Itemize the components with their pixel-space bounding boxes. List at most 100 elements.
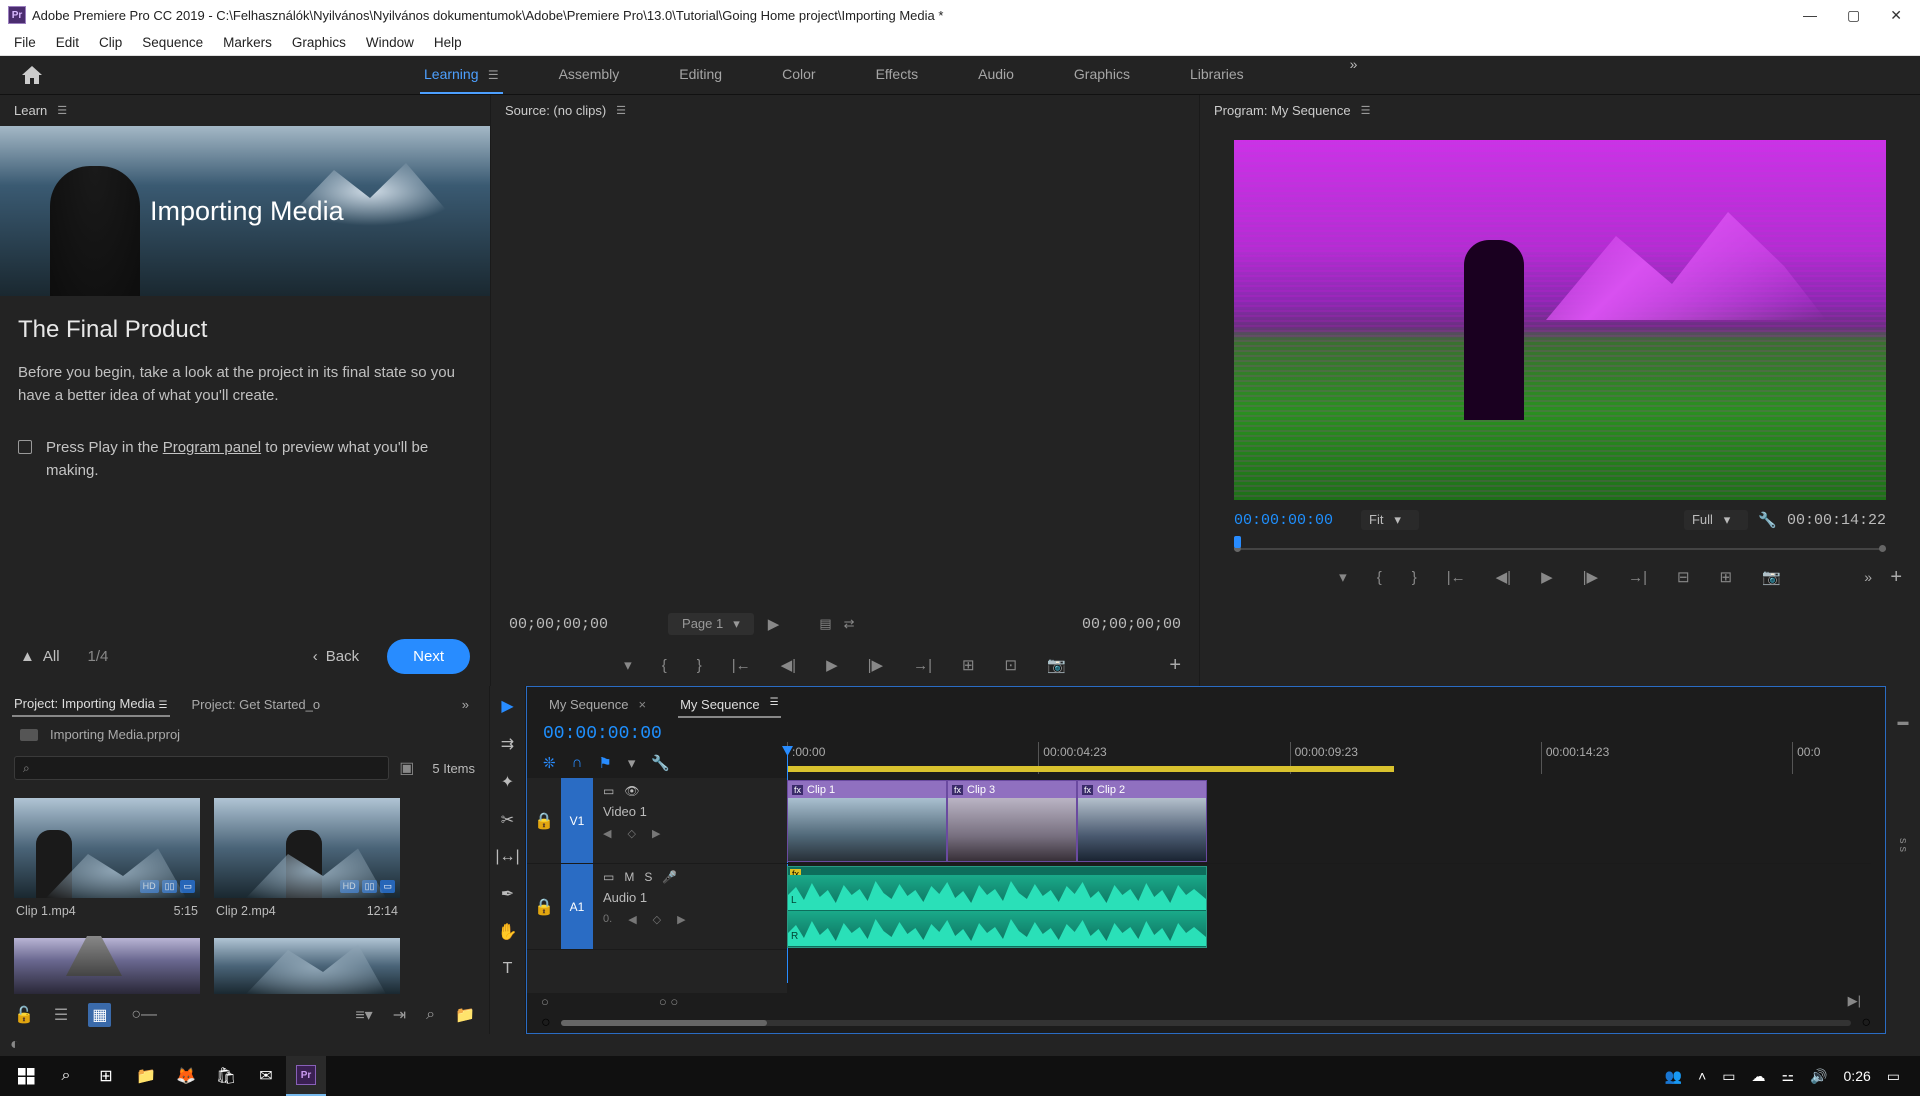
go-in-icon[interactable]: |← <box>732 657 751 674</box>
in-bracket-icon[interactable]: { <box>662 657 667 674</box>
play-icon[interactable]: ▶ <box>1541 568 1553 586</box>
task-view-icon[interactable]: ⊞ <box>86 1056 126 1096</box>
out-bracket-icon[interactable]: } <box>1412 569 1417 586</box>
start-button[interactable] <box>6 1056 46 1096</box>
timeline-clips-area[interactable]: fxClip 1 fxClip 3 fxClip 2 L R <box>787 778 1871 993</box>
project-tab-1[interactable]: Project: Importing Media ☰ <box>12 692 170 717</box>
settings-icon[interactable]: 🔧 <box>1758 511 1777 529</box>
menu-markers[interactable]: Markers <box>215 33 280 52</box>
workspace-color[interactable]: Color <box>778 56 819 94</box>
workspace-graphics[interactable]: Graphics <box>1070 56 1134 94</box>
source-tc-in[interactable]: 00;00;00;00 <box>509 616 608 633</box>
tray-chevron-icon[interactable]: ˄ <box>1698 1068 1706 1084</box>
video-track-header[interactable]: 🔒 V1 ▭👁 Video 1 ◀◇▶ <box>527 778 787 864</box>
go-out-icon[interactable]: →| <box>913 657 932 674</box>
page-selector[interactable]: Page 1▾ <box>668 613 754 635</box>
menu-graphics[interactable]: Graphics <box>284 33 354 52</box>
mute-m[interactable]: M <box>624 870 634 884</box>
menu-help[interactable]: Help <box>426 33 470 52</box>
step-checkbox[interactable] <box>18 440 32 454</box>
panel-menu-icon[interactable]: ☰ <box>57 104 67 117</box>
find-icon[interactable]: ⌕ <box>426 1006 435 1024</box>
menu-file[interactable]: File <box>6 33 44 52</box>
audio-track-header[interactable]: 🔒 A1 ▭MS🎤 Audio 1 0.◀◇▶ <box>527 864 787 950</box>
workspace-learning[interactable]: Learning ☰ <box>420 56 503 94</box>
pen-tool-icon[interactable]: ✒ <box>501 884 514 904</box>
step-fwd-icon[interactable]: |▶ <box>1583 568 1598 586</box>
workspace-libraries[interactable]: Libraries <box>1186 56 1248 94</box>
workspace-overflow[interactable]: » <box>1350 56 1358 94</box>
overflow-icon[interactable]: » <box>1864 569 1872 585</box>
export-frame-icon[interactable]: 📷 <box>1047 656 1066 674</box>
eye-icon[interactable]: 👁 <box>624 784 639 798</box>
automate-icon[interactable]: ⇥ <box>393 1005 406 1025</box>
clip-thumbnail[interactable] <box>14 938 200 994</box>
store-icon[interactable]: 🛍 <box>206 1056 246 1096</box>
freeform-view-icon[interactable]: ○— <box>131 1006 157 1024</box>
voice-icon[interactable]: 🎤 <box>662 870 677 884</box>
people-icon[interactable]: 👥 <box>1665 1068 1682 1085</box>
a1-source-patch[interactable]: A1 <box>561 864 593 949</box>
workspace-effects[interactable]: Effects <box>872 56 923 94</box>
project-search-input[interactable]: ⌕ <box>14 756 389 780</box>
menu-window[interactable]: Window <box>358 33 422 52</box>
play-icon[interactable]: ▶ <box>768 615 780 633</box>
go-out-icon[interactable]: →| <box>1628 569 1647 586</box>
v1-source-patch[interactable]: V1 <box>561 778 593 863</box>
mail-icon[interactable]: ✉ <box>246 1056 286 1096</box>
workspace-assembly[interactable]: Assembly <box>555 56 624 94</box>
premiere-taskbar-icon[interactable]: Pr <box>286 1056 326 1096</box>
toggle-output-icon[interactable]: ▭ <box>603 784 614 798</box>
notifications-icon[interactable]: ▭ <box>1887 1068 1900 1085</box>
sequence-tab-1[interactable]: My Sequence× <box>547 693 648 718</box>
menu-clip[interactable]: Clip <box>91 33 130 52</box>
tab-overflow-icon[interactable]: » <box>462 697 469 712</box>
hand-tool-icon[interactable]: ✋ <box>498 922 518 942</box>
panel-menu-icon[interactable]: ☰ <box>1361 104 1371 117</box>
sequence-tab-2[interactable]: My Sequence☰ <box>678 693 780 718</box>
play-icon[interactable]: ▶ <box>826 656 838 674</box>
icon-view-icon[interactable]: ▦ <box>88 1003 111 1027</box>
firefox-icon[interactable]: 🦊 <box>166 1056 206 1096</box>
ripple-tool-icon[interactable]: ✦ <box>501 772 514 792</box>
timeline-clip[interactable]: fxClip 1 <box>787 780 947 862</box>
clip-thumbnail[interactable] <box>214 938 400 994</box>
button-editor-icon[interactable]: + <box>1890 566 1902 589</box>
program-panel-link[interactable]: Program panel <box>163 439 261 456</box>
resolution-selector[interactable]: Full ▾ <box>1684 510 1748 530</box>
lock-icon[interactable]: 🔓 <box>14 1005 34 1025</box>
close-button[interactable]: ✕ <box>1890 7 1902 24</box>
overwrite-icon[interactable]: ⊡ <box>1005 656 1018 674</box>
lock-icon[interactable]: 🔒 <box>527 778 561 863</box>
workspace-audio[interactable]: Audio <box>974 56 1018 94</box>
search-icon[interactable]: ⌕ <box>46 1056 86 1096</box>
file-explorer-icon[interactable]: 📁 <box>126 1056 166 1096</box>
tutorial-all-button[interactable]: ▲All <box>20 648 60 665</box>
linked-selection-icon[interactable]: ∩ <box>572 754 583 772</box>
type-tool-icon[interactable]: T <box>503 960 513 978</box>
slip-tool-icon[interactable]: |↔| <box>495 848 519 866</box>
settings-icon[interactable]: 🔧 <box>651 754 670 772</box>
clip-thumbnail[interactable]: HD▯▯▭ Clip 1.mp45:15 <box>14 798 200 924</box>
tutorial-back-button[interactable]: ‹Back <box>313 648 359 665</box>
onedrive-icon[interactable]: ☁ <box>1752 1068 1766 1085</box>
marker-icon[interactable]: ▾ <box>624 656 632 674</box>
list-icon[interactable]: ▤ <box>819 616 831 632</box>
timeline-ruler[interactable]: :00:00 00:00:04:23 00:00:09:23 00:00:14:… <box>787 742 1871 774</box>
clock[interactable]: 0:26 <box>1844 1068 1871 1084</box>
lock-icon[interactable]: 🔒 <box>527 864 561 949</box>
source-viewport[interactable] <box>491 126 1199 604</box>
project-tab-2[interactable]: Project: Get Started_o <box>190 693 323 716</box>
menu-edit[interactable]: Edit <box>48 33 87 52</box>
marker-icon[interactable]: ▾ <box>628 754 636 772</box>
timeline-clip[interactable]: fxClip 2 <box>1077 780 1207 862</box>
list-view-icon[interactable]: ☰ <box>54 1005 68 1025</box>
insert-icon[interactable]: ⊞ <box>962 656 975 674</box>
razor-tool-icon[interactable]: ✂ <box>501 810 514 830</box>
timeline-zoom-scroll[interactable]: ○○ <box>527 1013 1885 1033</box>
program-tc-current[interactable]: 00:00:00:00 <box>1234 512 1333 529</box>
cc-icon[interactable]: ◐ <box>10 1036 20 1054</box>
input-icon[interactable]: ▭ <box>1722 1068 1735 1085</box>
out-bracket-icon[interactable]: } <box>697 657 702 674</box>
maximize-button[interactable]: ▢ <box>1847 7 1860 24</box>
